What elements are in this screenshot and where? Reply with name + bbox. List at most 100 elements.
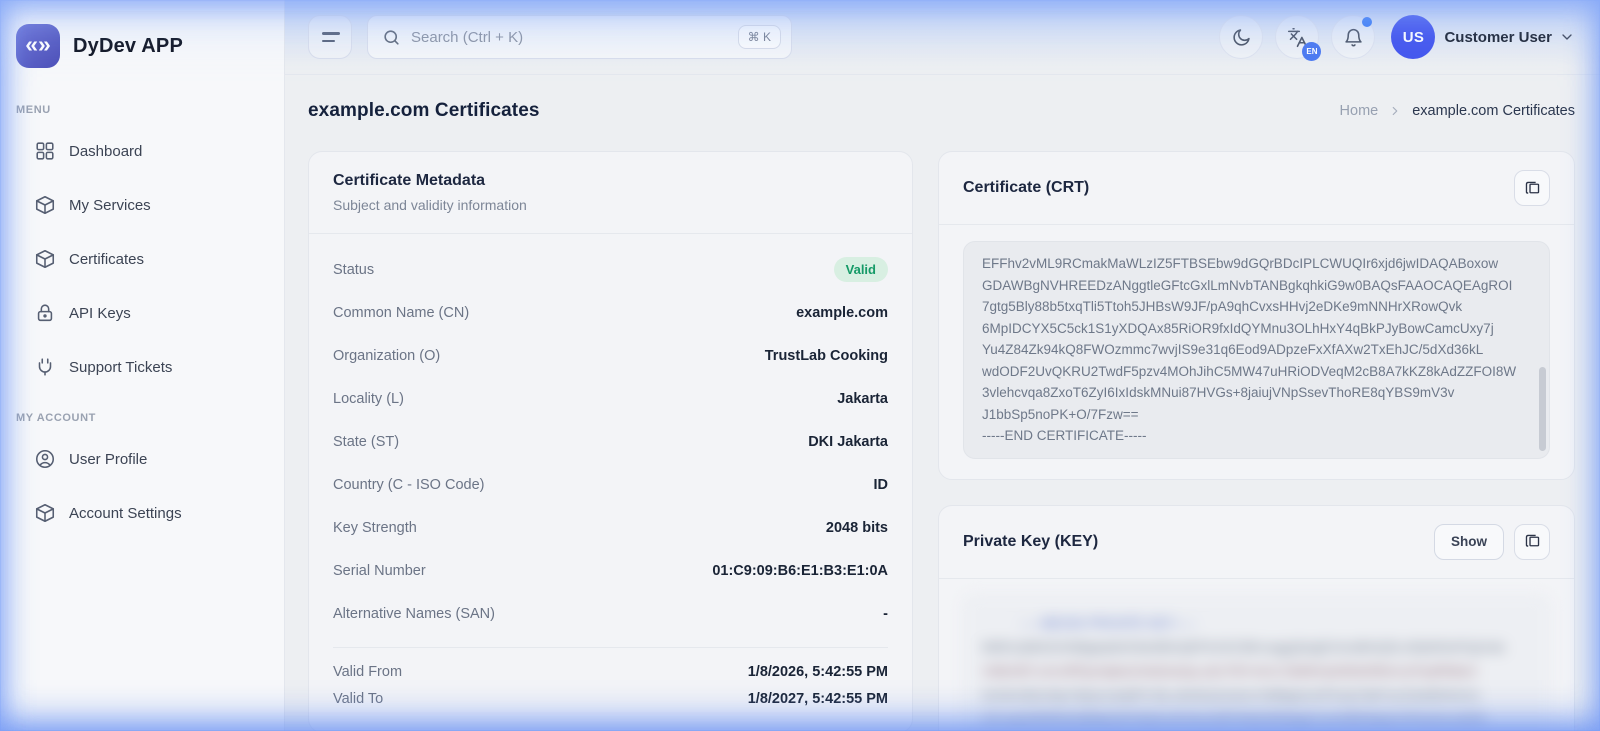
certificate-line: EFFhv2vML9RCmakMaWLzIZ5FTBSEbw9dGQrBDcIP…	[982, 253, 1523, 275]
divider	[939, 578, 1574, 579]
plug-icon	[34, 356, 56, 378]
lock-icon	[34, 302, 56, 324]
meta-row-valid-to: Valid To 1/8/2027, 5:42:55 PM	[333, 685, 888, 712]
certificate-crt-card: Certificate (CRT) EFFhv2vML9RCmakMaWLzIZ…	[938, 151, 1575, 480]
dark-mode-button[interactable]	[1219, 15, 1263, 59]
sidebar-item-my-services[interactable]: My Services	[0, 178, 284, 232]
meta-row-san: Alternative Names (SAN) -	[333, 592, 888, 635]
sidebar: «» DyDev APP MENU Dashboard My Services …	[0, 0, 285, 731]
user-name[interactable]: Customer User	[1444, 29, 1552, 46]
page-head: example.com Certificates Home example.co…	[308, 97, 1575, 125]
topbar-right: EN US Customer User	[1207, 15, 1575, 59]
meta-row-common-name: Common Name (CN) example.com	[333, 291, 888, 334]
content-columns: Certificate Metadata Subject and validit…	[308, 151, 1575, 731]
blurred-line: -----BEGIN PRIVATE KEY-----	[1020, 612, 1531, 636]
cube-icon	[34, 194, 56, 216]
sidebar-item-user-profile[interactable]: User Profile	[0, 432, 284, 486]
status-badge: Valid	[834, 257, 888, 282]
sidebar-item-label: API Keys	[69, 305, 131, 322]
crt-card-title: Certificate (CRT)	[963, 179, 1089, 197]
moon-icon	[1231, 27, 1252, 48]
meta-row-valid-from: Valid From 1/8/2026, 5:42:55 PM	[333, 658, 888, 685]
sidebar-item-api-keys[interactable]: API Keys	[0, 286, 284, 340]
bell-icon	[1343, 27, 1364, 48]
main-area: ⌘ K EN US Customer User	[285, 0, 1600, 731]
chevron-right-icon	[1388, 104, 1402, 118]
menu-icon	[322, 32, 340, 35]
private-key-card: Private Key (KEY) Show -----BEGIN PRIVAT…	[938, 505, 1575, 731]
blurred-line: MIIEvQIBADANBgkqhkiG9w0BAQEFAASCBKcwggSj…	[982, 636, 1531, 660]
chevron-down-icon[interactable]	[1559, 29, 1575, 45]
certificate-metadata-card: Certificate Metadata Subject and validit…	[308, 151, 913, 731]
key-card-head: Private Key (KEY) Show	[939, 506, 1574, 578]
meta-row-status: Status Valid	[333, 248, 888, 291]
crt-card-head: Certificate (CRT)	[939, 152, 1574, 224]
search-box: ⌘ K	[367, 15, 792, 59]
meta-row-locality: Locality (L) Jakarta	[333, 377, 888, 420]
app-logo-icon: «»	[16, 24, 60, 68]
topbar: ⌘ K EN US Customer User	[285, 0, 1600, 75]
logo-row[interactable]: «» DyDev APP	[0, 0, 284, 86]
certificate-line: -----END CERTIFICATE-----	[982, 425, 1523, 447]
sidebar-item-label: Certificates	[69, 251, 144, 268]
meta-row-key-strength: Key Strength 2048 bits	[333, 506, 888, 549]
right-column: Certificate (CRT) EFFhv2vML9RCmakMaWLzIZ…	[938, 151, 1575, 731]
meta-row-country: Country (C - ISO Code) ID	[333, 463, 888, 506]
app-root: «» DyDev APP MENU Dashboard My Services …	[0, 0, 1600, 731]
metadata-card-subtitle: Subject and validity information	[333, 197, 888, 213]
certificate-line: 3vlehcvqa8ZxoT6ZyI6IxIdskMNui87HVGs+8jai…	[982, 382, 1523, 404]
sidebar-item-dashboard[interactable]: Dashboard	[0, 124, 284, 178]
search-shortcut-badge: ⌘ K	[738, 25, 781, 49]
language-button[interactable]: EN	[1275, 15, 1319, 59]
metadata-rows: Status Valid Common Name (CN) example.co…	[309, 234, 912, 731]
scrollbar-thumb[interactable]	[1539, 367, 1546, 451]
meta-row-state: State (ST) DKI Jakarta	[333, 420, 888, 463]
metadata-card-title: Certificate Metadata	[333, 172, 888, 190]
search-icon	[382, 28, 401, 47]
copy-icon	[1524, 180, 1541, 197]
sidebar-item-support-tickets[interactable]: Support Tickets	[0, 340, 284, 394]
sidebar-item-account-settings[interactable]: Account Settings	[0, 486, 284, 540]
key-card-actions: Show	[1434, 524, 1550, 560]
breadcrumb: Home example.com Certificates	[1340, 103, 1575, 119]
certificate-text-box[interactable]: EFFhv2vML9RCmakMaWLzIZ5FTBSEbw9dGQrBDcIP…	[963, 241, 1550, 459]
avatar[interactable]: US	[1391, 15, 1435, 59]
cube-icon	[34, 248, 56, 270]
sidebar-item-label: Account Settings	[69, 505, 182, 522]
certificate-line: 7gtg5Bly88b5txqTli5Ttoh5JHBsW9JF/pA9qhCv…	[982, 296, 1523, 318]
user-circle-icon	[34, 448, 56, 470]
copy-certificate-button[interactable]	[1514, 170, 1550, 206]
breadcrumb-home[interactable]: Home	[1340, 103, 1379, 119]
sidebar-item-label: User Profile	[69, 451, 147, 468]
crt-body: EFFhv2vML9RCmakMaWLzIZ5FTBSEbw9dGQrBDcIP…	[939, 225, 1574, 479]
sidebar-section-menu: MENU	[0, 86, 284, 124]
key-card-title: Private Key (KEY)	[963, 533, 1098, 551]
notifications-button[interactable]	[1331, 15, 1375, 59]
sidebar-item-certificates[interactable]: Certificates	[0, 232, 284, 286]
certificate-line: GDAWBgNVHREEDzANggtleGFtcGxlLmNvbTANBgkq…	[982, 275, 1523, 297]
meta-row-serial-number: Serial Number 01:C9:09:B6:E1:B3:E1:0A	[333, 549, 888, 592]
sidebar-item-label: Dashboard	[69, 143, 142, 160]
search-input[interactable]	[411, 29, 728, 46]
breadcrumb-current: example.com Certificates	[1412, 103, 1575, 119]
page-title: example.com Certificates	[308, 97, 540, 125]
copy-icon	[1524, 533, 1541, 550]
sidebar-toggle-button[interactable]	[308, 15, 352, 59]
cube-icon	[34, 502, 56, 524]
blurred-line: Vt9kXB7cJm1fR5yHq8wZsNd2aGpLuEoT6iYxKvC3…	[982, 660, 1531, 684]
app-name: DyDev APP	[73, 35, 183, 58]
page-content: example.com Certificates Home example.co…	[285, 75, 1600, 731]
show-private-key-button[interactable]: Show	[1434, 524, 1504, 560]
sidebar-section-my-account: MY ACCOUNT	[0, 394, 284, 432]
blurred-line: Gm5cHb2vNp7dQw1sKj6fYr3tLx9mEaZu0oIcVhB8…	[982, 684, 1531, 708]
sidebar-item-label: My Services	[69, 197, 151, 214]
certificate-line: 6MpIDCYX5C5ck1S1yXDQAx85RiOR9fxIdQYMnu3O…	[982, 318, 1523, 340]
grid-icon	[34, 140, 56, 162]
sidebar-item-label: Support Tickets	[69, 359, 172, 376]
metadata-card-head: Certificate Metadata Subject and validit…	[309, 152, 912, 233]
notification-dot	[1362, 17, 1372, 27]
certificate-line: Yu4Z84Zk94kQ8FWOzmmc7wvjIS9e31q6Eod9ADpz…	[982, 339, 1523, 361]
meta-row-organization: Organization (O) TrustLab Cooking	[333, 334, 888, 377]
copy-private-key-button[interactable]	[1514, 524, 1550, 560]
certificate-line: J1bbSp5noPK+O/7Fzw==	[982, 404, 1523, 426]
